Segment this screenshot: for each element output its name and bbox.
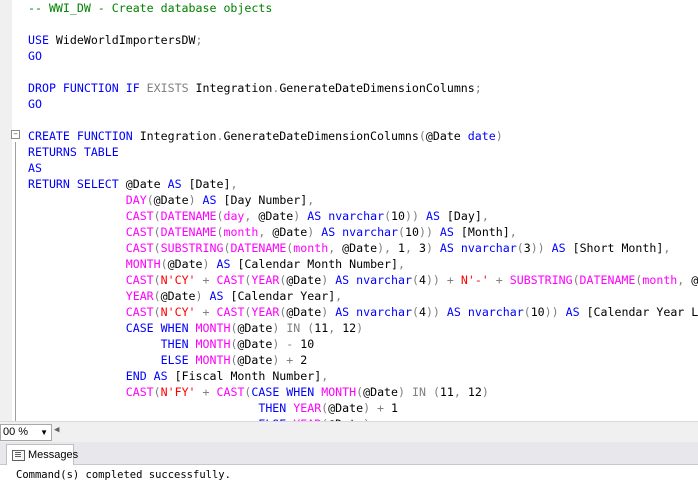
code-line: MONTH(@Date) AS [Calendar Month Number], [125,257,405,271]
code-line: USE WideWorldImportersDW; [28,33,203,47]
code-line: CAST(N'CY' + CAST(YEAR(@Date) AS nvarcha… [125,273,698,287]
sql-editor[interactable]: − -- WWI_DW - Create database objects USE… [0,0,698,421]
code-line: -- WWI_DW - Create database objects [28,1,273,15]
horizontal-scrollbar[interactable]: 00 % ▼ ◀ [0,421,698,442]
chevron-down-icon: ▼ [40,428,48,437]
change-tracking-bar [8,0,12,421]
code-line: CREATE FUNCTION Integration.GenerateDate… [28,129,503,143]
code-line: END AS [Fiscal Month Number], [125,369,329,383]
tab-messages[interactable]: Messages [6,444,78,465]
code-line: CAST(N'CY' + CAST(YEAR(@Date) AS nvarcha… [125,305,698,319]
scroll-left-icon[interactable]: ◀ [54,425,59,435]
code-line: CASE WHEN MONTH(@Date) IN (11, 12) [125,321,364,335]
code-line: RETURN SELECT @Date AS [Date], [28,177,238,191]
message-text: Command(s) completed successfully. [16,469,231,481]
code-line: CAST(N'FY' + CAST(CASE WHEN MONTH(@Date)… [125,385,489,399]
zoom-level: 00 % [3,426,29,438]
outline-line [15,142,16,421]
code-line: ELSE MONTH(@Date) + 2 [160,353,308,367]
code-line: GO [28,49,42,63]
code-line: THEN YEAR(@Date) + 1 [258,401,398,415]
tab-messages-label: Messages [28,449,79,461]
zoom-dropdown[interactable]: 00 % ▼ [0,424,52,441]
code-line: RETURNS TABLE [28,145,119,159]
collapse-toggle-icon[interactable]: − [11,130,20,139]
code-line: GO [28,97,42,111]
messages-icon [12,450,25,461]
code-line: AS [28,161,42,175]
code-line: DAY(@Date) AS [Day Number], [125,193,315,207]
code-line: YEAR(@Date) AS [Calendar Year], [125,289,343,303]
code-line: CAST(DATENAME(month, @Date) AS nvarchar(… [125,225,517,239]
editor-margin [0,0,8,421]
code-line: CAST(DATENAME(day, @Date) AS nvarchar(10… [125,209,489,223]
code-line: DROP FUNCTION IF EXISTS Integration.Gene… [28,81,482,95]
results-tab-strip: Messages [0,442,698,465]
code-line: CAST(SUBSTRING(DATENAME(month, @Date), 1… [125,241,671,255]
code-line: THEN MONTH(@Date) - 10 [160,337,315,351]
results-pane: Messages Command(s) completed successful… [0,442,698,494]
